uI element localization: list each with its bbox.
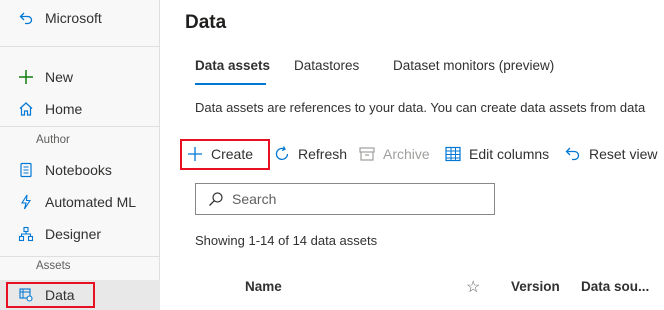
edit-columns-label: Edit columns bbox=[469, 146, 550, 162]
notebook-icon bbox=[17, 161, 35, 179]
plus-icon bbox=[17, 68, 35, 86]
divider bbox=[0, 256, 160, 257]
active-tab-indicator bbox=[195, 83, 266, 85]
refresh-button[interactable]: Refresh bbox=[272, 139, 347, 169]
search-box[interactable] bbox=[195, 183, 495, 215]
undo-icon bbox=[563, 144, 583, 164]
divider bbox=[0, 46, 160, 47]
sidebar-item-label: Notebooks bbox=[45, 162, 112, 178]
tab-dataset-monitors[interactable]: Dataset monitors (preview) bbox=[393, 58, 554, 73]
favorite-star-icon[interactable]: ☆ bbox=[466, 277, 480, 297]
section-assets: Assets bbox=[36, 260, 71, 272]
sidebar-item-designer[interactable]: Designer bbox=[0, 219, 160, 249]
highlight-box-create bbox=[180, 139, 270, 170]
designer-icon bbox=[17, 225, 35, 243]
left-nav: Microsoft New Home Author Notebooks Auto… bbox=[0, 0, 160, 310]
column-header-version[interactable]: Version bbox=[511, 279, 560, 294]
results-count: Showing 1-14 of 14 data assets bbox=[195, 233, 378, 248]
tab-data-assets[interactable]: Data assets bbox=[195, 58, 270, 73]
back-label: Microsoft bbox=[45, 10, 102, 26]
sidebar-item-home[interactable]: Home bbox=[0, 94, 160, 124]
highlight-box-data bbox=[6, 282, 95, 308]
tab-datastores[interactable]: Datastores bbox=[294, 58, 359, 73]
divider bbox=[0, 126, 160, 127]
reset-view-label: Reset view bbox=[589, 146, 658, 162]
home-icon bbox=[17, 100, 35, 118]
page-title: Data bbox=[185, 12, 227, 33]
sidebar-item-label: Automated ML bbox=[45, 194, 137, 210]
back-arrow-icon bbox=[17, 9, 35, 27]
sidebar-item-label: New bbox=[45, 69, 74, 85]
sidebar-item-notebooks[interactable]: Notebooks bbox=[0, 155, 160, 185]
sidebar-item-label: Designer bbox=[45, 226, 102, 242]
description-text: Data assets are references to your data.… bbox=[195, 100, 646, 115]
lightning-icon bbox=[17, 193, 35, 211]
section-author: Author bbox=[36, 134, 70, 146]
archive-button[interactable]: Archive bbox=[357, 139, 430, 169]
archive-label: Archive bbox=[383, 146, 430, 162]
column-header-data-source[interactable]: Data sou... bbox=[581, 279, 649, 294]
back-microsoft-link[interactable]: Microsoft bbox=[0, 3, 160, 33]
reset-view-button[interactable]: Reset view bbox=[563, 139, 657, 169]
sidebar-item-new[interactable]: New bbox=[0, 62, 160, 92]
edit-columns-button[interactable]: Edit columns bbox=[443, 139, 549, 169]
columns-grid-icon bbox=[443, 144, 463, 164]
column-header-name[interactable]: Name bbox=[245, 279, 282, 294]
archive-icon bbox=[357, 144, 377, 164]
sidebar-item-automated-ml[interactable]: Automated ML bbox=[0, 187, 160, 217]
search-input[interactable] bbox=[232, 191, 482, 207]
refresh-icon bbox=[272, 144, 292, 164]
search-icon bbox=[208, 191, 224, 207]
refresh-label: Refresh bbox=[298, 146, 348, 162]
sidebar-item-label: Home bbox=[45, 101, 83, 117]
